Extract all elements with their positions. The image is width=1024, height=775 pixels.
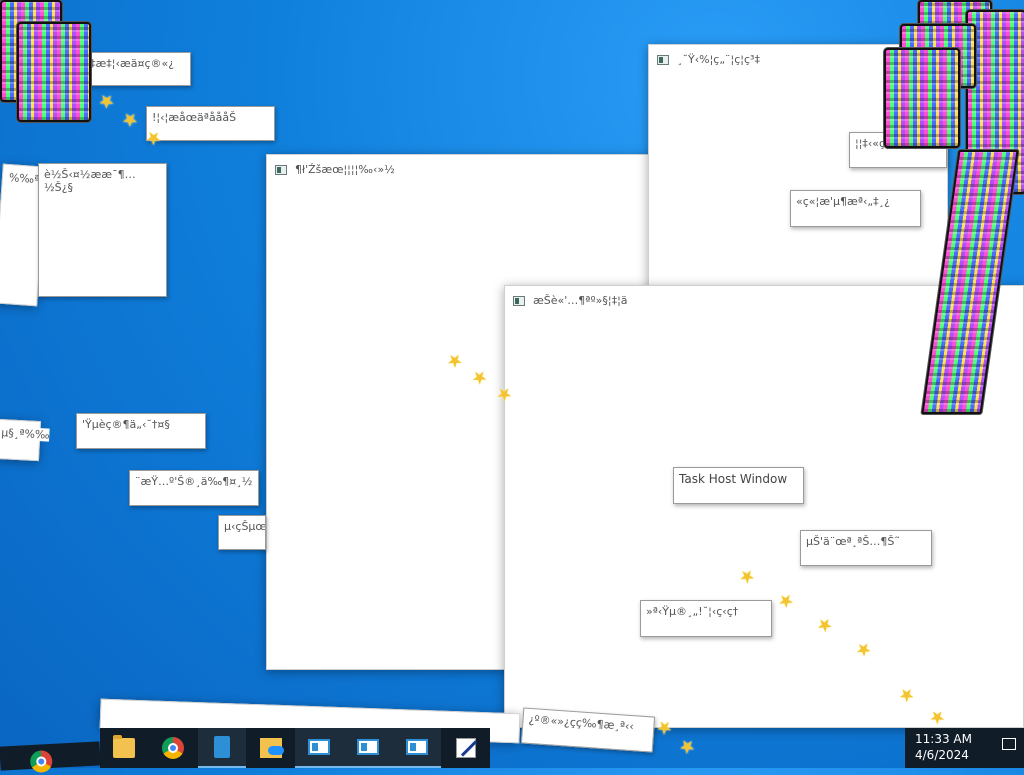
glitch-artifact-right-main <box>884 48 960 148</box>
chrome-icon <box>162 737 185 759</box>
window-right-title: ¸˘Ÿ‹%¦ç„¨¦ç¦ç³‡ <box>677 53 760 66</box>
app-window-icon <box>357 739 380 755</box>
notification-icon[interactable] <box>1002 738 1016 750</box>
tooltip-12: »ª‹Ÿµ®¸„!˘¦‹ç‹ç† <box>640 600 772 637</box>
app-icon <box>275 164 287 175</box>
tooltip-11: µŠ'ä¨œª¸ªŠ…¶Š˜ <box>800 530 932 566</box>
onedrive-folder-icon <box>259 738 284 758</box>
tooltip-task-host: Task Host Window <box>673 467 804 504</box>
tooltip-7: µ‹çŠµœ' <box>218 515 266 550</box>
tooltip-1: ‡æ‡¦‹æä¤ç®«¿ <box>84 52 191 86</box>
taskbar-app-window-2[interactable] <box>343 728 393 768</box>
taskbar-tablet-app[interactable] <box>197 728 247 768</box>
taskbar-app-window-3[interactable] <box>392 728 442 768</box>
window-center-titlebar[interactable]: ¶ł'Źšæœ¦¦¦¦‰‹»½ <box>275 163 395 176</box>
taskbar-paint[interactable] <box>441 728 490 768</box>
window-right-titlebar[interactable]: ¸˘Ÿ‹%¦ç„¨¦ç¦ç³‡ <box>657 53 760 66</box>
folder-icon <box>113 735 136 758</box>
taskbar-file-explorer[interactable] <box>100 728 149 768</box>
tablet-icon <box>213 736 230 758</box>
tooltip-3: è½Š‹¤½ææ¯¶…½Š¿§ <box>38 163 167 297</box>
app-icon <box>513 295 525 306</box>
window-center-title: ¶ł'Źšæœ¦¦¦¦‰‹»½ <box>295 163 395 176</box>
taskbar-chrome[interactable] <box>149 728 198 768</box>
taskbar-fragment-left <box>0 741 101 774</box>
taskbar-onedrive-folder[interactable] <box>246 728 295 768</box>
left-panel-lower: µ§¸ª%‰ <box>0 418 51 462</box>
app-window-icon <box>405 739 428 755</box>
system-clock[interactable]: 11:33 AM 4/6/2024 <box>905 728 1024 768</box>
tooltip-left-lower: µ§¸ª%‰ <box>1 426 51 442</box>
tooltip-5: 'Ÿµèç®¶ä„‹˘†¤§ <box>76 413 206 449</box>
window-front-title: æŠè«'…¶ªº»§¦‡¦ä <box>533 294 628 307</box>
app-icon <box>657 54 669 65</box>
window-front-titlebar[interactable]: æŠè«'…¶ªº»§¦‡¦ä <box>513 294 628 307</box>
app-window-icon <box>308 739 331 755</box>
glitch-artifact-top-left-2 <box>17 22 91 122</box>
tooltip-10: «ç«¦æ'µ¶æª‹„‡¸¿ <box>790 190 921 227</box>
tooltip-6: ¨æŸ…º'Š®¸ä‰¶¤¸½ <box>129 470 259 506</box>
taskbar <box>100 728 490 768</box>
chrome-icon[interactable] <box>29 749 53 774</box>
taskbar-app-window-1[interactable] <box>295 728 344 768</box>
paint-icon <box>455 738 476 758</box>
